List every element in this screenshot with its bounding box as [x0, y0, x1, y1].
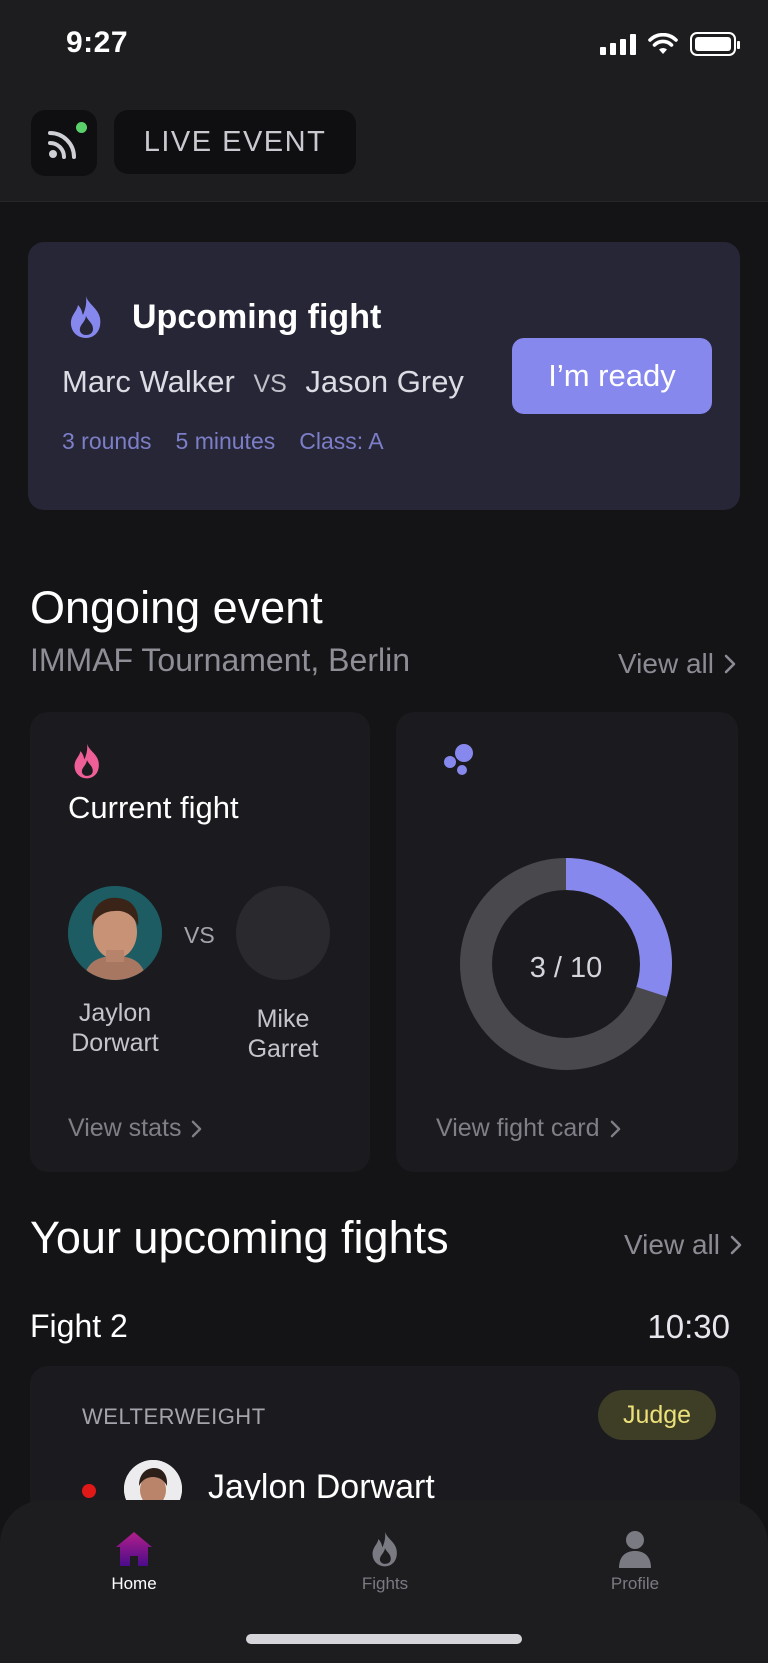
- fight-number: Fight 2: [30, 1308, 128, 1344]
- fighter-a-first: Jaylon: [78, 999, 152, 1027]
- tab-profile-label: Profile: [610, 1574, 660, 1593]
- live-event-badge[interactable]: LIVE EVENT: [114, 110, 356, 174]
- ongoing-event-subtitle: IMMAF Tournament, Berlin: [30, 642, 410, 678]
- fighter-a-name: Jaylon Dorwart: [45, 998, 185, 1058]
- vs-label: VS: [184, 922, 215, 948]
- ongoing-view-all-link[interactable]: View all: [618, 648, 736, 680]
- upcoming-view-all-link[interactable]: View all: [624, 1229, 742, 1261]
- fighter-avatar-placeholder: [236, 886, 330, 980]
- chevron-right-icon: [724, 654, 736, 674]
- fighter-b-first: Mike: [256, 1005, 310, 1033]
- fighter-a-name: Marc Walker: [62, 364, 235, 399]
- weight-class-label: WELTERWEIGHT: [82, 1404, 266, 1429]
- view-stats-label: View stats: [68, 1114, 182, 1142]
- profile-icon: [619, 1531, 651, 1568]
- your-upcoming-fights-title: Your upcoming fights: [30, 1212, 449, 1263]
- flame-icon: [74, 743, 99, 779]
- wifi-icon: [648, 33, 678, 54]
- tab-fights-label: Fights: [361, 1574, 409, 1593]
- chevron-right-icon: [730, 1235, 742, 1255]
- battery-icon: [690, 32, 740, 56]
- tab-home-label: Home: [111, 1574, 157, 1593]
- vs-label: VS: [253, 370, 287, 398]
- class-label: Class: A: [299, 428, 384, 454]
- fighter-b-last: Garret: [247, 1035, 319, 1063]
- im-ready-button[interactable]: I’m ready: [512, 338, 712, 414]
- bubbles-icon: [444, 744, 473, 775]
- red-corner-dot: [82, 1484, 96, 1498]
- ongoing-event-title: Ongoing event: [30, 582, 323, 633]
- view-all-label: View all: [624, 1229, 720, 1260]
- upcoming-fight-card: Upcoming fight Marc Walker VS Jason Grey…: [28, 242, 740, 510]
- rounds-label: 3 rounds: [62, 428, 152, 454]
- flame-icon: [70, 296, 101, 338]
- tab-home[interactable]: Home: [64, 1530, 204, 1594]
- role-badge: Judge: [598, 1390, 716, 1440]
- live-status-dot: [76, 122, 87, 133]
- status-time: 9:27: [66, 26, 129, 59]
- chevron-right-icon: [192, 1120, 202, 1137]
- home-indicator: [246, 1634, 522, 1644]
- status-icons: [600, 32, 740, 56]
- fighter-avatar: [68, 886, 162, 980]
- view-fight-card-label: View fight card: [436, 1114, 600, 1142]
- fighter-b-name: Mike Garret: [213, 1004, 353, 1064]
- chevron-right-icon: [610, 1120, 620, 1137]
- fight-progress-card[interactable]: 3 / 10 View fight card: [396, 712, 738, 1172]
- tab-profile[interactable]: Profile: [565, 1530, 705, 1594]
- view-fight-card-link[interactable]: View fight card: [436, 1114, 621, 1143]
- signal-icon: [600, 33, 636, 55]
- current-fight-title: Current fight: [68, 790, 239, 825]
- fight-progress-label: 3 / 10: [529, 952, 603, 984]
- view-all-label: View all: [618, 648, 714, 679]
- current-fight-card[interactable]: Current fight VS Jaylon Dorwart Mike Gar…: [30, 712, 370, 1172]
- fights-flame-icon: [372, 1531, 397, 1567]
- fighter-b-name: Jason Grey: [305, 364, 464, 399]
- fight-meta: 3 rounds 5 minutes Class: A: [62, 428, 384, 455]
- upcoming-fight-title: Upcoming fight: [132, 298, 382, 336]
- view-stats-link[interactable]: View stats: [68, 1114, 202, 1143]
- fighter-a-last: Dorwart: [71, 1029, 159, 1057]
- live-broadcast-button[interactable]: [31, 110, 97, 176]
- header: 9:27 LIVE EVENT: [0, 0, 768, 202]
- fight-time: 10:30: [647, 1308, 730, 1345]
- upcoming-fighters: Marc Walker VS Jason Grey: [62, 364, 464, 400]
- home-icon: [116, 1532, 152, 1566]
- tab-fights[interactable]: Fights: [315, 1530, 455, 1594]
- duration-label: 5 minutes: [175, 428, 276, 454]
